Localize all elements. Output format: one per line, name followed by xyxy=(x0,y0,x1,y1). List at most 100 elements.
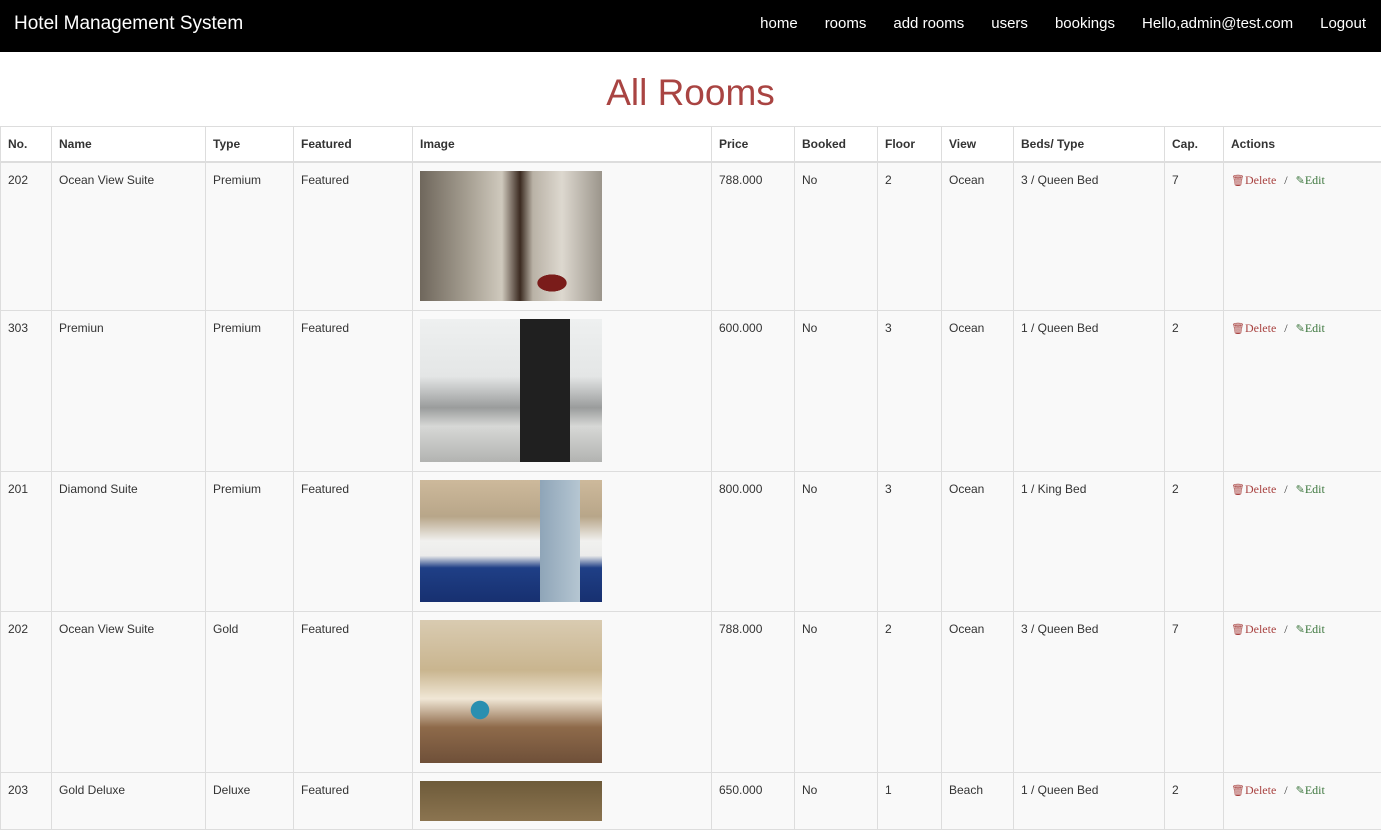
cell-type: Premium xyxy=(206,310,294,471)
cell-type: Deluxe xyxy=(206,772,294,829)
bathroom-photo xyxy=(420,171,602,301)
cell-name: Gold Deluxe xyxy=(52,772,206,829)
trash-icon: 🗑 xyxy=(1231,323,1245,335)
cell-beds: 1 / Queen Bed xyxy=(1014,772,1165,829)
bedroom-photo xyxy=(420,480,602,602)
cell-name: Premiun xyxy=(52,310,206,471)
table-row: 203 Gold Deluxe Deluxe Featured 650.000 … xyxy=(1,772,1381,829)
cell-floor: 2 xyxy=(878,611,942,772)
cell-cap: 7 xyxy=(1165,162,1224,310)
edit-link[interactable]: ✎Edit xyxy=(1296,173,1325,187)
header-booked: Booked xyxy=(795,127,878,163)
cell-booked: No xyxy=(795,310,878,471)
trash-icon: 🗑 xyxy=(1231,624,1245,636)
lounge-photo xyxy=(420,620,602,763)
header-featured: Featured xyxy=(294,127,413,163)
cell-price: 788.000 xyxy=(712,162,795,310)
edit-link[interactable]: ✎Edit xyxy=(1296,482,1325,496)
delete-label: Delete xyxy=(1245,482,1276,496)
cell-price: 800.000 xyxy=(712,471,795,611)
table-header-row: No. Name Type Featured Image Price Booke… xyxy=(1,127,1381,163)
cell-actions: 🗑Delete / ✎Edit xyxy=(1224,310,1381,471)
cell-booked: No xyxy=(795,162,878,310)
trash-icon: 🗑 xyxy=(1231,175,1245,187)
delete-link[interactable]: 🗑Delete xyxy=(1231,783,1276,797)
table-row: 202 Ocean View Suite Premium Featured 78… xyxy=(1,162,1381,310)
cell-beds: 3 / Queen Bed xyxy=(1014,611,1165,772)
nav-rooms[interactable]: rooms xyxy=(825,15,867,32)
trash-icon: 🗑 xyxy=(1231,484,1245,496)
pencil-icon: ✎ xyxy=(1296,175,1305,187)
cell-floor: 3 xyxy=(878,310,942,471)
cell-cap: 7 xyxy=(1165,611,1224,772)
edit-link[interactable]: ✎Edit xyxy=(1296,783,1325,797)
cell-view: Ocean xyxy=(942,310,1014,471)
cell-image xyxy=(413,772,712,829)
delete-link[interactable]: 🗑Delete xyxy=(1231,482,1276,496)
header-no: No. xyxy=(1,127,52,163)
cell-type: Premium xyxy=(206,471,294,611)
table-row: 202 Ocean View Suite Gold Featured 788.0… xyxy=(1,611,1381,772)
cell-floor: 1 xyxy=(878,772,942,829)
edit-label: Edit xyxy=(1305,783,1325,797)
cell-no: 201 xyxy=(1,471,52,611)
page-title: All Rooms xyxy=(0,72,1381,114)
brand-title[interactable]: Hotel Management System xyxy=(14,13,243,35)
cell-image xyxy=(413,162,712,310)
header-price: Price xyxy=(712,127,795,163)
cell-floor: 2 xyxy=(878,162,942,310)
delete-label: Delete xyxy=(1245,321,1276,335)
action-separator: / xyxy=(1284,173,1287,187)
nav-add-rooms[interactable]: add rooms xyxy=(893,15,964,32)
edit-link[interactable]: ✎Edit xyxy=(1296,622,1325,636)
cell-actions: 🗑Delete / ✎Edit xyxy=(1224,162,1381,310)
nav-users[interactable]: users xyxy=(991,15,1028,32)
cell-image xyxy=(413,471,712,611)
cell-type: Gold xyxy=(206,611,294,772)
cell-featured: Featured xyxy=(294,471,413,611)
nav-user-greeting[interactable]: Hello,admin@test.com xyxy=(1142,15,1293,32)
cell-name: Ocean View Suite xyxy=(52,611,206,772)
cell-no: 203 xyxy=(1,772,52,829)
cell-image xyxy=(413,310,712,471)
nav-home[interactable]: home xyxy=(760,15,798,32)
trash-icon: 🗑 xyxy=(1231,785,1245,797)
delete-link[interactable]: 🗑Delete xyxy=(1231,321,1276,335)
cell-featured: Featured xyxy=(294,310,413,471)
edit-label: Edit xyxy=(1305,321,1325,335)
cell-image xyxy=(413,611,712,772)
cell-featured: Featured xyxy=(294,611,413,772)
cell-booked: No xyxy=(795,611,878,772)
edit-label: Edit xyxy=(1305,173,1325,187)
edit-label: Edit xyxy=(1305,622,1325,636)
delete-link[interactable]: 🗑Delete xyxy=(1231,622,1276,636)
header-view: View xyxy=(942,127,1014,163)
cell-price: 600.000 xyxy=(712,310,795,471)
cell-view: Ocean xyxy=(942,162,1014,310)
delete-link[interactable]: 🗑Delete xyxy=(1231,173,1276,187)
table-row: 303 Premiun Premium Featured 600.000 No … xyxy=(1,310,1381,471)
cell-type: Premium xyxy=(206,162,294,310)
cell-beds: 3 / Queen Bed xyxy=(1014,162,1165,310)
rooms-table: No. Name Type Featured Image Price Booke… xyxy=(0,126,1381,830)
edit-link[interactable]: ✎Edit xyxy=(1296,321,1325,335)
cell-floor: 3 xyxy=(878,471,942,611)
cell-view: Beach xyxy=(942,772,1014,829)
header-beds: Beds/ Type xyxy=(1014,127,1165,163)
cell-actions: 🗑Delete / ✎Edit xyxy=(1224,471,1381,611)
cell-view: Ocean xyxy=(942,471,1014,611)
action-separator: / xyxy=(1284,482,1287,496)
cell-price: 650.000 xyxy=(712,772,795,829)
action-separator: / xyxy=(1284,321,1287,335)
header-actions: Actions xyxy=(1224,127,1381,163)
cell-featured: Featured xyxy=(294,772,413,829)
pencil-icon: ✎ xyxy=(1296,785,1305,797)
pencil-icon: ✎ xyxy=(1296,484,1305,496)
nav-logout[interactable]: Logout xyxy=(1320,15,1366,32)
delete-label: Delete xyxy=(1245,173,1276,187)
action-separator: / xyxy=(1284,622,1287,636)
cell-featured: Featured xyxy=(294,162,413,310)
nav-bookings[interactable]: bookings xyxy=(1055,15,1115,32)
living-room-photo xyxy=(420,319,602,462)
cell-cap: 2 xyxy=(1165,471,1224,611)
